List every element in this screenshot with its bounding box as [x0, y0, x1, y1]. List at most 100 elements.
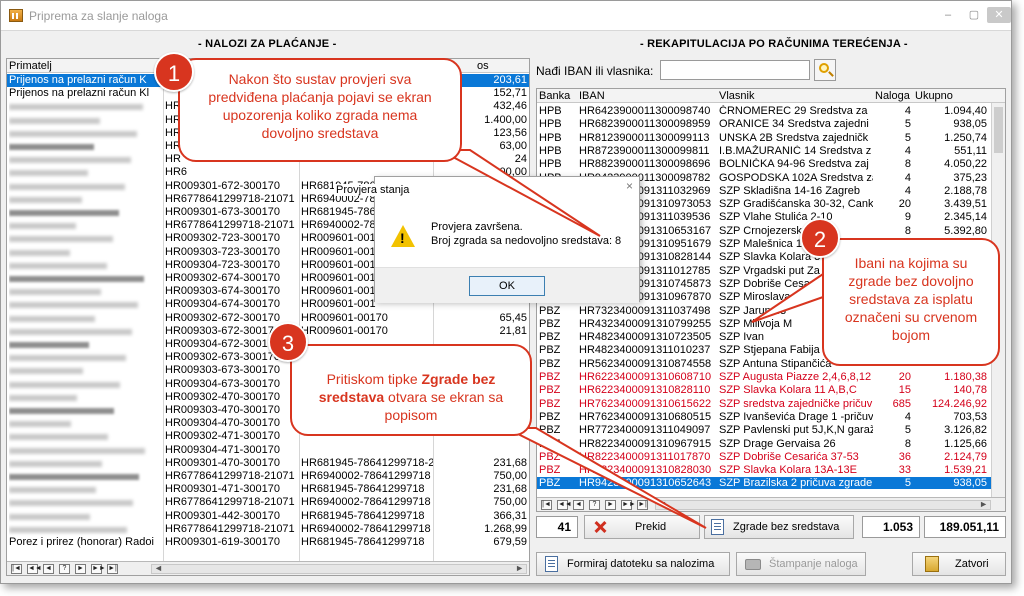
table-row[interactable]: HR6778641299718-21071 HR6940002-786412997…: [7, 470, 529, 483]
col-header-naloga[interactable]: Naloga: [875, 90, 910, 102]
cell-banka: PBZ: [539, 477, 561, 490]
cell-iban: HR009303-673-300170: [165, 364, 280, 377]
left-nav-prev-button[interactable]: ◄: [43, 564, 54, 574]
table-row[interactable]: HR6778641299718-21071 HR6940002-786412997…: [7, 523, 529, 536]
table-row[interactable]: PBZ HR7623400091310615622 SZP sredstva zaj…: [537, 398, 1005, 410]
right-nav-next-page-button[interactable]: ►►: [621, 500, 636, 510]
minimize-button[interactable]: –: [935, 7, 961, 23]
search-input[interactable]: [660, 60, 810, 80]
search-button[interactable]: [814, 59, 836, 81]
table-row[interactable]: PBZ HR8823400091310828030 SZP Slavka Kolar…: [537, 464, 1005, 476]
table-row[interactable]: PBZ HR9423400091310652643 SZP Brazilska 2 …: [537, 477, 1005, 490]
left-nav-next-page-button[interactable]: ►►: [91, 564, 106, 574]
horizontal-scrollbar[interactable]: ◄ ►: [151, 563, 527, 574]
right-nav-first-button[interactable]: |◄: [541, 500, 552, 510]
cell-primatelj: [9, 523, 163, 536]
table-row[interactable]: PBZ HR8223400091311017870 SZP Dobriše Cesa…: [537, 451, 1005, 463]
left-nav-prev-page-button[interactable]: ◄◄: [27, 564, 42, 574]
cell-primatelj: [9, 325, 163, 338]
callout-1: Nakon što sustav provjeri sva predviđena…: [178, 58, 462, 162]
col-header-banka[interactable]: Banka: [539, 90, 570, 102]
table-row[interactable]: HR6778641299718-21071 HR6940002-786412997…: [7, 496, 529, 509]
cell-iban2: HR681945-78641299718: [301, 483, 425, 496]
table-row[interactable]: PBZ HR7723400091311049097 SZP Pavlenski pu…: [537, 424, 1005, 436]
right-nav-prev-page-button[interactable]: ◄◄: [557, 500, 572, 510]
table-row[interactable]: HR009304-471-300170: [7, 444, 529, 457]
cell-banka: PBZ: [539, 304, 561, 317]
table-row[interactable]: PBZ HR6223400091310828110 SZP Slavka Kolar…: [537, 384, 1005, 396]
table-row[interactable]: HPB HR8823900011300098696 BOLNIČKA 94-96 S…: [537, 158, 1005, 170]
formiraj-datoteku-button[interactable]: Formiraj datoteku sa nalozima: [536, 552, 730, 576]
cell-primatelj: [9, 140, 163, 153]
cell-vlasnik: SZP sredstva zajedničke pričuv: [719, 397, 873, 410]
redacted-text: [9, 315, 95, 322]
scrollbar-thumb[interactable]: [994, 107, 1003, 153]
callout-badge-1: 1: [154, 52, 194, 92]
scroll-left-icon[interactable]: ◄: [154, 563, 163, 573]
right-nav-prev-button[interactable]: ◄: [573, 500, 584, 510]
cell-primatelj: [9, 219, 163, 232]
horizontal-scrollbar[interactable]: ◄ ►: [655, 499, 991, 510]
cell-vlasnik: SZP Drage Gervaisa 26: [719, 437, 836, 450]
table-row[interactable]: HPB HR6823900011300098959 ORANICE 34 Sreds…: [537, 118, 1005, 130]
col-header-iban[interactable]: IBAN: [579, 90, 605, 102]
left-nav-last-button[interactable]: ►|: [107, 564, 118, 574]
col-header-ukupno[interactable]: Ukupno: [915, 90, 953, 102]
cell-iznos: 679,59: [493, 536, 527, 548]
zgrade-bez-sredstava-label: Zgrade bez sredstava: [733, 521, 840, 533]
cell-banka: PBZ: [539, 397, 561, 410]
table-row[interactable]: Porez i prirez (honorar) Radoi HR009301-6…: [7, 536, 529, 549]
cell-ukupno: 1.094,40: [944, 105, 987, 117]
cell-naloga: 8: [904, 158, 911, 171]
cell-naloga: 5: [904, 477, 911, 490]
close-window-button[interactable]: ✕: [987, 7, 1011, 23]
stampanje-naloga-button[interactable]: Štampanje naloga: [736, 552, 866, 576]
cell-banka: HPB: [539, 118, 562, 131]
table-row[interactable]: PBZ HR7623400091310680515 SZP Ivanševića D…: [537, 411, 1005, 423]
redacted-text: [9, 170, 88, 177]
cell-naloga: 8: [904, 224, 911, 237]
cell-primatelj: [9, 206, 163, 219]
cell-banka: HPB: [539, 131, 562, 144]
prekid-button[interactable]: Prekid: [584, 515, 700, 539]
table-row[interactable]: HR009302-672-300170 HR009601-00170 65,45: [7, 312, 529, 325]
right-nav-last-button[interactable]: ►|: [637, 500, 648, 510]
left-nav-help-button[interactable]: ?: [59, 564, 70, 574]
table-row[interactable]: HR009301-442-300170 HR681945-78641299718 3…: [7, 510, 529, 523]
table-row[interactable]: PBZ HR8223400091310967915 SZP Drage Gervai…: [537, 438, 1005, 450]
table-row[interactable]: HPB HR6423900011300098740 ČRNOMEREC 29 Sre…: [537, 105, 1005, 117]
scroll-left-icon[interactable]: ◄: [658, 499, 667, 509]
table-row[interactable]: HR009301-471-300170 HR681945-78641299718 2…: [7, 483, 529, 496]
cell-iban: HR009304-470-300170: [165, 417, 280, 430]
cell-primatelj: [9, 285, 163, 298]
redacted-text: [9, 210, 119, 216]
table-row[interactable]: HR009301-470-300170 HR681945-78641299718-…: [7, 457, 529, 470]
cell-iban: HR6778641299718-21071: [165, 470, 295, 482]
table-row[interactable]: HPB HR8723900011300099811 I.B.MAŽURANIĆ 14…: [537, 145, 1005, 157]
ok-button[interactable]: OK: [469, 276, 545, 296]
cell-ukupno: 1.539,21: [944, 464, 987, 477]
cell-iban: HR009304-723-300170: [165, 258, 280, 271]
dialog-close-icon[interactable]: ×: [626, 179, 633, 193]
col-header-iznos[interactable]: os: [477, 60, 489, 72]
zgrade-bez-sredstava-button[interactable]: Zgrade bez sredstava: [704, 515, 854, 539]
maximize-button[interactable]: ▢: [961, 7, 987, 23]
cell-iban: HR009303-674-300170: [165, 285, 280, 298]
scroll-right-icon[interactable]: ►: [515, 563, 524, 573]
cell-ukupno: 2.345,14: [944, 211, 987, 224]
cell-iban: HR5623400091310874558: [579, 357, 712, 370]
table-row[interactable]: PBZ HR6223400091310608710 SZP Augusta Piaz…: [537, 371, 1005, 383]
right-nav-help-button[interactable]: ?: [589, 500, 600, 510]
redacted-text: [9, 223, 76, 230]
zatvori-button[interactable]: Zatvori: [912, 552, 1006, 576]
left-nav-next-button[interactable]: ►: [75, 564, 86, 574]
cell-naloga: 20: [898, 371, 911, 383]
col-header-primatelj[interactable]: Primatelj: [9, 60, 52, 72]
cell-iban: HR009301-672-300170: [165, 179, 280, 192]
col-header-vlasnik[interactable]: Vlasnik: [719, 90, 754, 102]
left-nav-first-button[interactable]: |◄: [11, 564, 22, 574]
cell-naloga: 4: [904, 410, 911, 423]
scroll-right-icon[interactable]: ►: [979, 499, 988, 509]
right-nav-next-button[interactable]: ►: [605, 500, 616, 510]
table-row[interactable]: HPB HR8123900011300099113 UNSKA 2B Sredstv…: [537, 132, 1005, 144]
